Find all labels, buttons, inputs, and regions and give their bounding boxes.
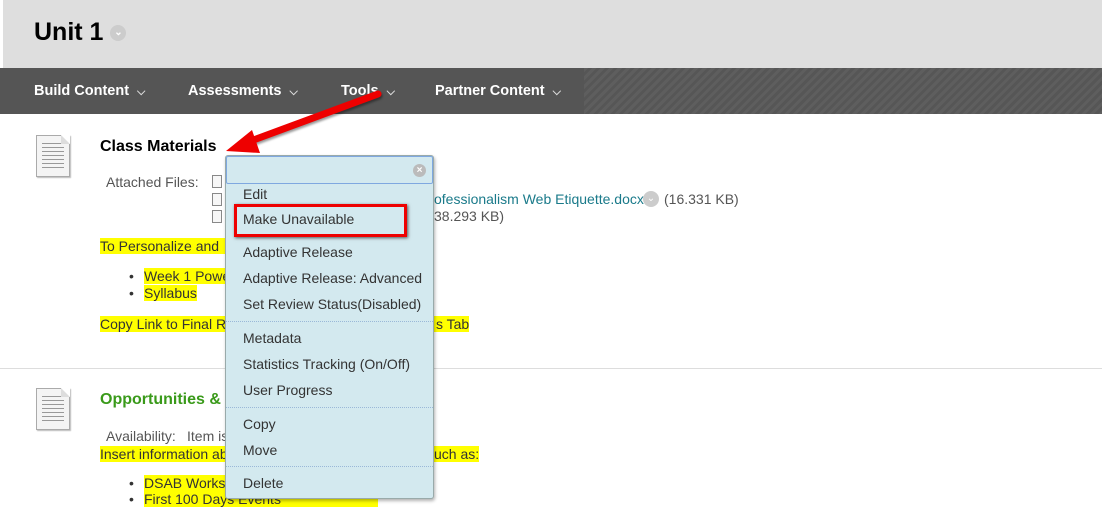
arrow-head [226,130,260,153]
arrow-shaft [244,90,382,146]
annotation-arrow [226,90,382,153]
